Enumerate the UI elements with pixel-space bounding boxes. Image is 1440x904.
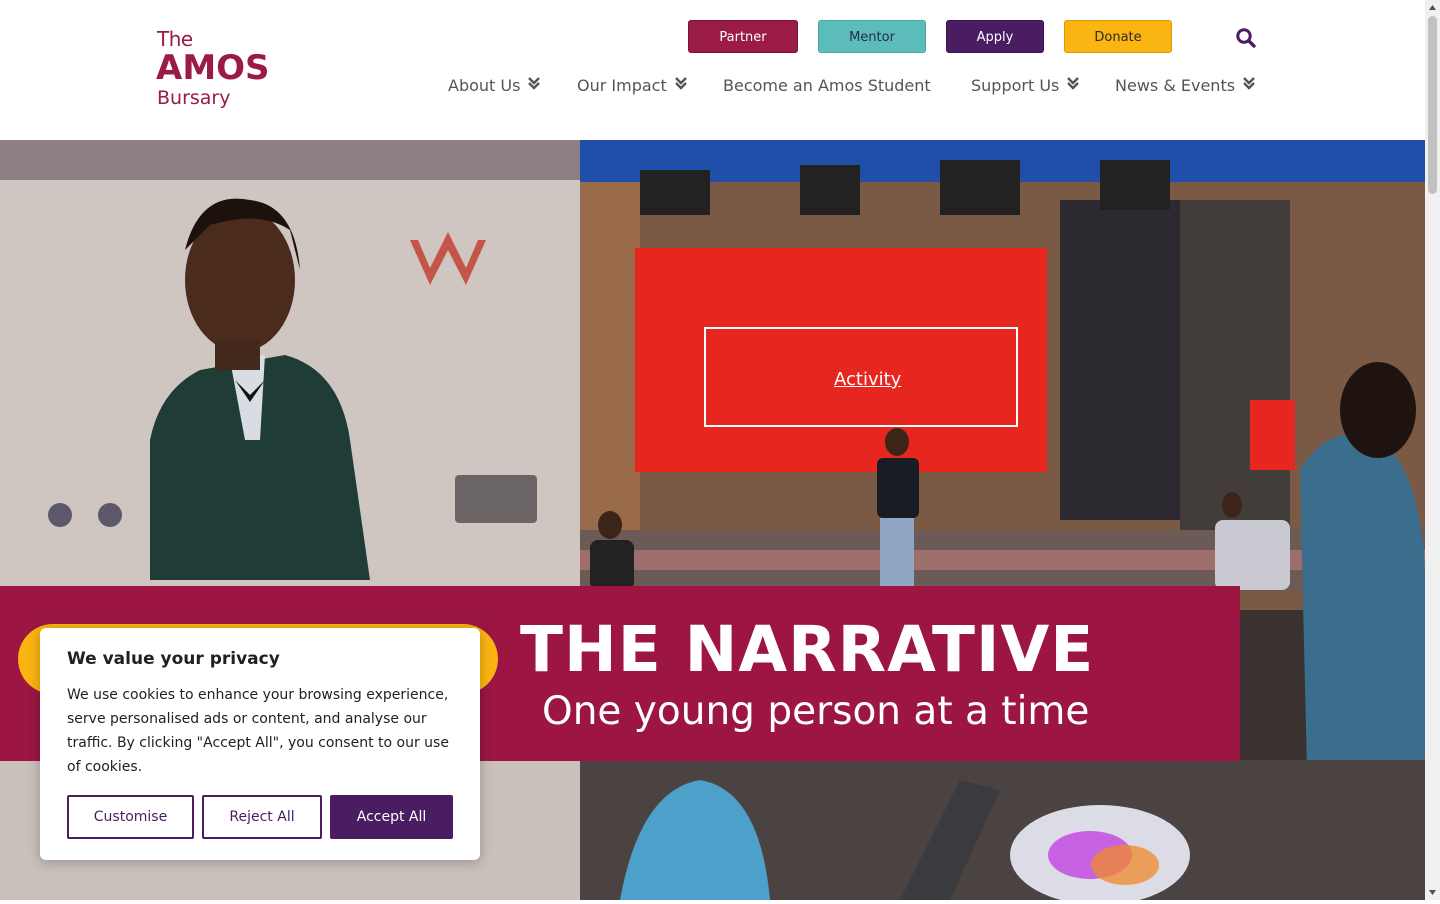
logo-amos-text: AMOS	[156, 48, 270, 88]
double-chevron-down-icon	[1067, 74, 1080, 96]
nav-become-amos-student[interactable]: Become an Amos Student	[723, 75, 931, 97]
site-header: The AMOS Bursary Partner Mentor Apply Do…	[0, 0, 1425, 140]
nav-support-us-label: Support Us	[971, 76, 1060, 95]
nav-our-impact[interactable]: Our Impact	[577, 75, 687, 97]
nav-about-us[interactable]: About Us	[448, 74, 541, 97]
amos-bursary-logo[interactable]: The AMOS Bursary	[156, 27, 277, 114]
partner-button[interactable]: Partner	[688, 20, 798, 53]
cookie-description: We use cookies to enhance your browsing …	[67, 687, 449, 775]
nav-news-events[interactable]: News & Events	[1115, 75, 1255, 97]
nav-news-events-label: News & Events	[1115, 76, 1236, 95]
cookie-title: We value your privacy	[67, 649, 280, 669]
nav-our-impact-label: Our Impact	[577, 76, 667, 95]
mentor-button[interactable]: Mentor	[818, 20, 926, 53]
customise-button[interactable]: Customise	[67, 795, 194, 839]
scroll-down-arrow-icon[interactable]	[1425, 885, 1440, 900]
apply-button[interactable]: Apply	[946, 20, 1044, 53]
double-chevron-down-icon	[674, 74, 687, 96]
page-scrollbar[interactable]	[1425, 0, 1440, 900]
reject-all-button[interactable]: Reject All	[202, 795, 322, 839]
double-chevron-down-icon	[528, 74, 541, 96]
scroll-up-arrow-icon[interactable]	[1425, 0, 1440, 15]
donate-button[interactable]: Donate	[1064, 20, 1172, 53]
nav-become-amos-student-label: Become an Amos Student	[723, 76, 931, 95]
scrollbar-thumb[interactable]	[1428, 16, 1437, 194]
logo-the-text: The	[157, 27, 193, 51]
hero-subtitle: One young person at a time	[542, 689, 1090, 734]
hero-title: THE NARRATIVE	[520, 613, 1095, 686]
cookie-consent-dialog: We value your privacy We use cookies to …	[40, 628, 480, 860]
double-chevron-down-icon	[1243, 74, 1255, 96]
accept-all-button[interactable]: Accept All	[330, 795, 453, 839]
nav-support-us[interactable]: Support Us	[971, 74, 1080, 97]
logo-bursary-text: Bursary	[157, 87, 231, 109]
nav-about-us-label: About Us	[448, 76, 521, 95]
hero-screen-text: Activity	[834, 369, 902, 390]
search-icon[interactable]	[1235, 27, 1257, 49]
